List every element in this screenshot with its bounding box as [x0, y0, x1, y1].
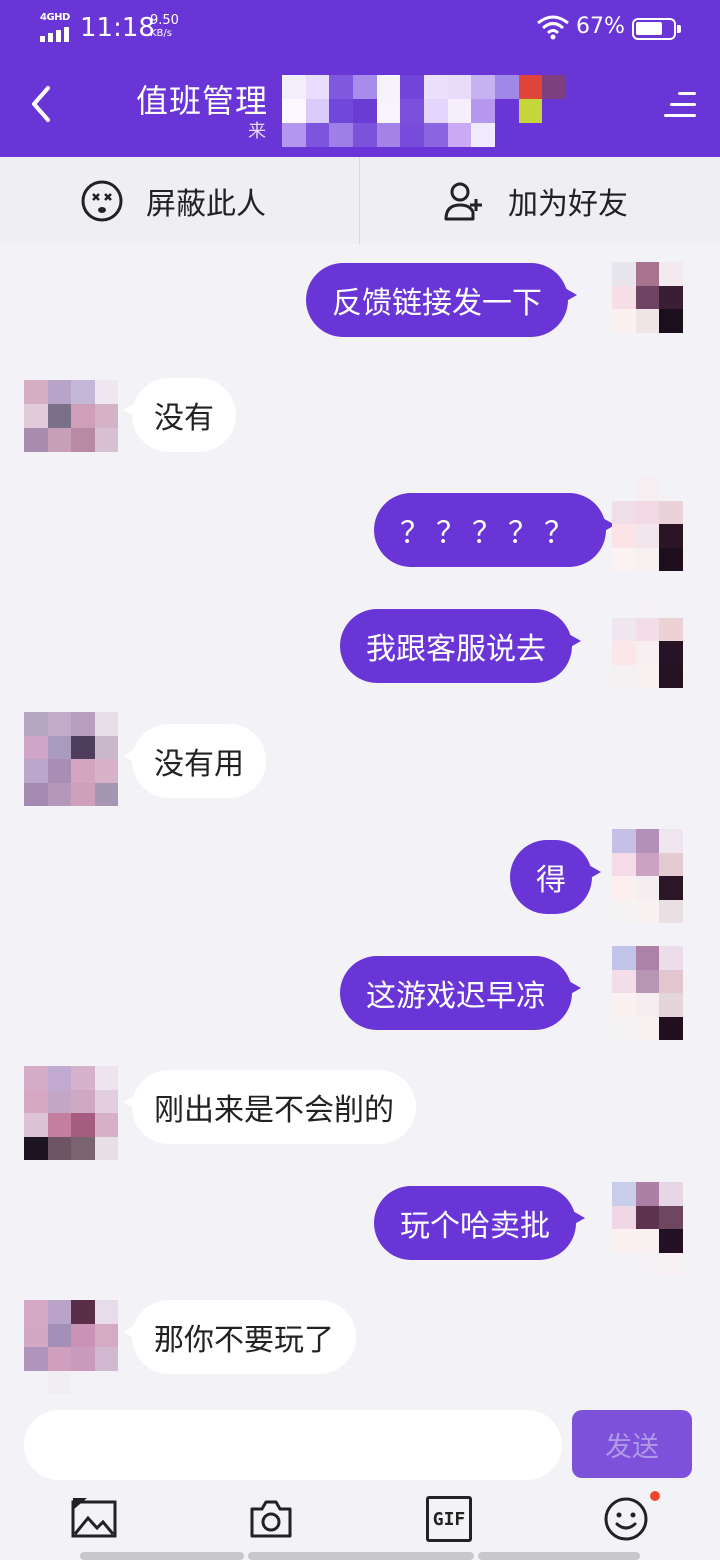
outgoing-message[interactable]: 我跟客服说去 [340, 609, 581, 683]
back-chevron-icon[interactable] [26, 84, 56, 124]
add-friend-button[interactable]: 加为好友 [442, 157, 628, 244]
contact-avatar[interactable] [24, 712, 118, 806]
redacted-name-mosaic [282, 75, 566, 147]
wifi-icon [537, 15, 569, 40]
outgoing-message[interactable]: 反馈链接发一下 [306, 263, 577, 337]
message-input[interactable] [24, 1410, 562, 1480]
signal-icon: 4GHD [40, 12, 72, 42]
incoming-message[interactable]: 没有用 [123, 724, 266, 798]
outgoing-message[interactable]: 这游戏迟早凉 [340, 956, 581, 1030]
chat-title: 值班管理 [136, 82, 269, 120]
chat-header: 4GHD 11:18 9.50 KB/s 67% 值班管理 来 [0, 0, 720, 157]
send-button[interactable]: 发送 [572, 1410, 692, 1478]
network-speed: 9.50 KB/s [150, 13, 179, 39]
outgoing-message[interactable]: 得 [510, 840, 601, 914]
my-avatar[interactable] [612, 1182, 706, 1276]
camera-icon[interactable] [248, 1496, 294, 1542]
nav-handle [248, 1552, 474, 1560]
network-type: 4GHD [40, 12, 70, 23]
divider [359, 157, 360, 244]
incoming-message[interactable]: 刚出来是不会削的 [123, 1070, 416, 1144]
battery-percent: 67% [576, 14, 625, 39]
block-user-label: 屏蔽此人 [146, 186, 266, 222]
nav-handle [478, 1552, 640, 1560]
block-face-icon [81, 180, 123, 221]
outgoing-message[interactable]: ？？？？？ [374, 493, 615, 567]
gif-button[interactable]: GIF [426, 1496, 472, 1542]
status-bar: 4GHD 11:18 9.50 KB/s 67% [0, 0, 720, 60]
my-avatar[interactable] [612, 594, 706, 688]
my-avatar[interactable] [612, 262, 706, 356]
incoming-message[interactable]: 没有 [123, 378, 236, 452]
outgoing-message[interactable]: 玩个哈卖批 [374, 1186, 585, 1260]
contact-avatar[interactable] [24, 1066, 118, 1160]
add-user-icon [444, 182, 482, 220]
battery-icon [632, 18, 681, 40]
nav-handle [80, 1552, 244, 1560]
contact-avatar[interactable] [24, 1300, 118, 1394]
incoming-message[interactable]: 那你不要玩了 [123, 1300, 356, 1374]
add-friend-label: 加为好友 [508, 186, 628, 222]
my-avatar[interactable] [612, 477, 706, 571]
clock: 11:18 [80, 13, 155, 43]
menu-button[interactable] [660, 88, 696, 122]
block-user-button[interactable]: 屏蔽此人 [80, 157, 266, 244]
my-avatar[interactable] [612, 946, 706, 1040]
image-icon[interactable] [71, 1496, 117, 1542]
notification-dot [650, 1491, 660, 1501]
chat-subtitle: 来 [248, 121, 266, 142]
contact-avatar[interactable] [24, 380, 118, 452]
gif-label: GIF [432, 1508, 466, 1530]
stranger-action-bar: 屏蔽此人 加为好友 [0, 157, 720, 244]
emoji-icon[interactable] [603, 1496, 649, 1542]
my-avatar[interactable] [612, 829, 706, 923]
